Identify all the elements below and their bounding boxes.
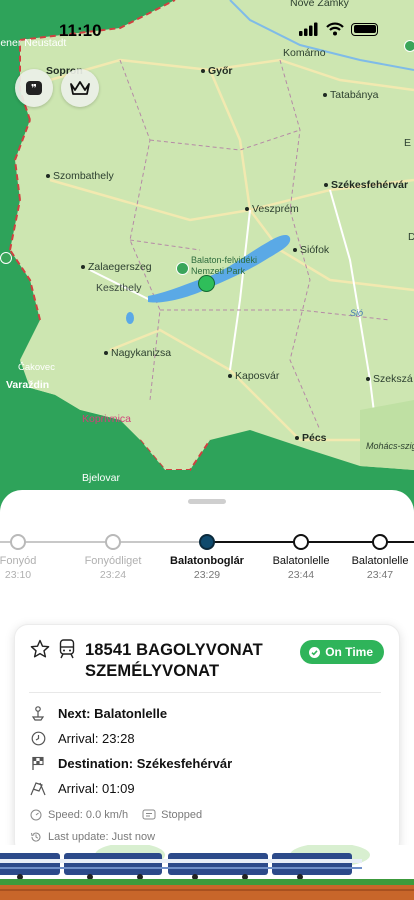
arrival-next-text: Arrival: 23:28 (58, 730, 135, 746)
city-label: Varaždin (6, 379, 50, 391)
favorite-star-icon[interactable] (30, 639, 50, 659)
stop-timeline[interactable]: Fonyód 23:10 Fonyódliget 23:24 Balatonbo… (0, 534, 414, 594)
city-label: Győr (201, 65, 233, 77)
train-icon (59, 639, 75, 659)
city-label: Nové Zámky (290, 0, 349, 9)
next-stop-icon (29, 705, 47, 721)
finish-flags-icon (29, 780, 47, 796)
flag-icon (29, 755, 47, 771)
stop-name: Balatonlelle (351, 555, 409, 567)
city-label: Kaposvár (228, 370, 279, 382)
quote-button[interactable]: ❞ (15, 69, 53, 107)
city-label: iener Neustadt (0, 37, 67, 49)
timeline-stop[interactable]: Balatonlelle 23:47 (320, 534, 414, 581)
signal-icon (299, 22, 318, 36)
stopped-icon (142, 807, 156, 823)
premium-button[interactable] (61, 69, 99, 107)
stop-circle (199, 534, 215, 550)
on-time-badge: On Time (300, 640, 384, 664)
city-label: Pécs (295, 432, 327, 444)
wifi-icon (326, 22, 344, 36)
destination-row: Destination: Székesfehérvár (29, 755, 232, 771)
city-label: Čakovec (18, 362, 55, 373)
history-icon (29, 829, 43, 845)
stop-circle (105, 534, 121, 550)
city-label: Bjelovar (82, 472, 120, 484)
bottom-sheet[interactable]: Fonyód 23:10 Fonyódliget 23:24 Balatonbo… (0, 490, 414, 900)
city-label: Siófok (293, 244, 329, 256)
park-marker-icon (0, 252, 12, 264)
city-label: E (404, 137, 412, 149)
city-label: Zalaegerszeg (81, 261, 152, 273)
crown-icon (70, 81, 90, 95)
sheet-drag-handle[interactable] (188, 499, 226, 504)
last-update-text: Last update: Just now (48, 831, 156, 843)
city-label: Székesfehérvár (324, 179, 408, 191)
last-update-row: Last update: Just now (29, 829, 155, 845)
city-label: Komárno (283, 47, 326, 59)
speed-row: Speed: 0.0 km/h Stopped (29, 807, 202, 823)
city-label: Keszthely (96, 282, 142, 294)
check-circle-icon (309, 646, 321, 658)
stop-circle (372, 534, 388, 550)
quote-icon: ❞ (26, 81, 42, 95)
arrival-next-row: Arrival: 23:28 (29, 730, 135, 746)
stop-time: 23:47 (366, 569, 394, 581)
stop-circle (293, 534, 309, 550)
train-info-card: 18541 BAGOLYVONAT SZEMÉLYVONAT On Time N… (14, 624, 400, 856)
destination-text: Destination: Székesfehérvár (58, 755, 233, 771)
city-label: Koprivnica (82, 413, 132, 425)
arrival-dest-text: Arrival: 01:09 (58, 780, 135, 796)
train-scenery-illustration (0, 845, 414, 900)
city-label: Szekszá (366, 373, 413, 385)
status-time: 11:10 (59, 21, 102, 40)
arrival-dest-row: Arrival: 01:09 (29, 780, 135, 796)
speed-text: Speed: 0.0 km/h (48, 809, 129, 821)
city-label: Szombathely (46, 170, 114, 182)
city-label: Mohács-sziget (366, 441, 414, 451)
badge-label: On Time (325, 645, 373, 659)
clock-icon (29, 730, 47, 746)
speedometer-icon (29, 807, 43, 823)
city-label: Nagykanizsa (104, 347, 171, 359)
battery-icon (351, 22, 378, 36)
park-marker-icon (404, 40, 414, 52)
city-label: Tatabánya (323, 89, 378, 101)
city-label: Veszprém (245, 203, 299, 215)
stop-circle (10, 534, 26, 550)
city-label: D (408, 231, 414, 243)
card-divider (29, 692, 381, 693)
motion-text: Stopped (161, 809, 203, 821)
train-location-marker[interactable] (198, 275, 215, 292)
park-label: Balaton-felvidéki Nemzeti Park (191, 255, 258, 276)
river-label: Sió (350, 308, 364, 318)
svg-text:❞: ❞ (31, 83, 37, 95)
status-icons (299, 22, 378, 36)
train-title: 18541 BAGOLYVONAT SZEMÉLYVONAT (85, 641, 263, 680)
park-marker-icon (176, 262, 189, 275)
next-stop-row: Next: Balatonlelle (29, 705, 167, 721)
map-view[interactable]: Nové Zámky iener Neustadt Sopron Győr Ko… (0, 0, 414, 520)
next-stop-text: Next: Balatonlelle (58, 705, 168, 721)
